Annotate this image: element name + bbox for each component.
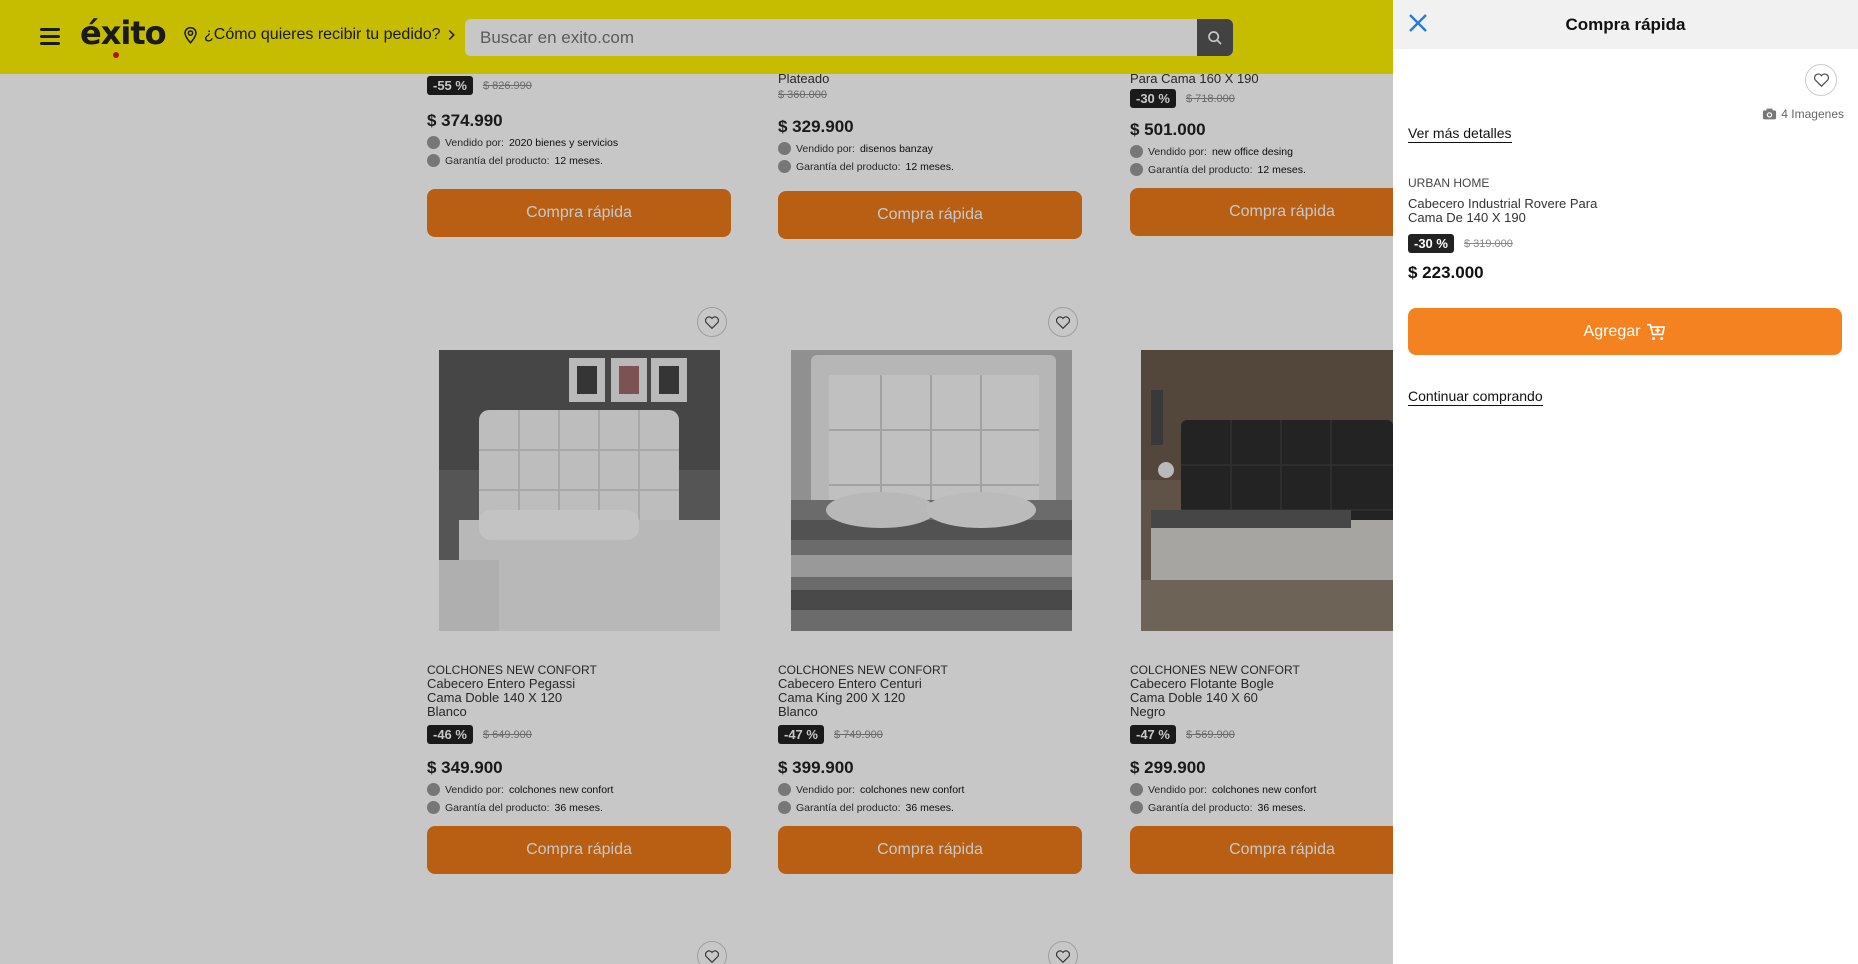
cart-icon (1647, 323, 1666, 340)
more-details-link[interactable]: Ver más detalles (1408, 125, 1512, 143)
product-name-line: Cama De 140 X 190 (1408, 210, 1526, 225)
discount-badge: -30 % (1408, 234, 1454, 253)
camera-icon (1763, 108, 1777, 120)
price: $ 223.000 (1408, 263, 1484, 282)
panel-title: Compra rápida (1565, 15, 1686, 34)
continue-shopping-link[interactable]: Continuar comprando (1408, 388, 1543, 406)
favorite-heart-icon[interactable] (1805, 64, 1837, 96)
product-name: Cabecero Industrial Rovere Para Cama De … (1408, 197, 1628, 225)
panel-header: Compra rápida (1393, 0, 1858, 49)
add-to-cart-label: Agregar (1583, 322, 1641, 340)
image-count-text: 4 Imagenes (1781, 107, 1844, 121)
product-brand: URBAN HOME (1408, 176, 1490, 190)
add-to-cart-button[interactable]: Agregar (1408, 308, 1842, 355)
image-count[interactable]: 4 Imagenes (1762, 107, 1844, 121)
modal-backdrop[interactable] (0, 0, 1393, 964)
product-name-line: Cabecero Industrial Rovere Para (1408, 196, 1598, 211)
price-row: -30 % $ 319.000 (1408, 234, 1513, 253)
old-price: $ 319.000 (1463, 237, 1513, 250)
quick-buy-panel: Compra rápida 4 Imagenes Ver más detalle… (1393, 0, 1858, 964)
